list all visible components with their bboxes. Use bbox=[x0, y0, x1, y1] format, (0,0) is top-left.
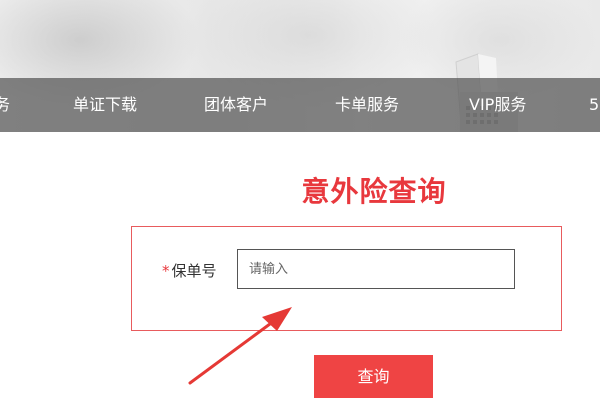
top-navigation: 务 单证下载 团体客户 卡单服务 VIP服务 5 bbox=[0, 78, 600, 132]
policy-number-input[interactable] bbox=[237, 249, 515, 289]
query-form: * 保单号 bbox=[131, 226, 562, 331]
query-button[interactable]: 查询 bbox=[314, 355, 433, 398]
nav-item-document-download[interactable]: 单证下载 bbox=[73, 78, 137, 132]
nav-item-vip-service[interactable]: VIP服务 bbox=[469, 78, 526, 132]
nav-item-group-customers[interactable]: 团体客户 bbox=[204, 78, 268, 132]
nav-item-partial[interactable]: 5 bbox=[589, 78, 599, 132]
page: 务 单证下载 团体客户 卡单服务 VIP服务 5 意外险查询 *保单号 查询 bbox=[0, 0, 600, 401]
page-title: 意外险查询 bbox=[301, 175, 447, 208]
nav-item-service-partial[interactable]: 务 bbox=[0, 78, 10, 132]
required-mark: * bbox=[162, 262, 170, 280]
policy-number-label-text: 保单号 bbox=[171, 262, 217, 280]
nav-item-card-service[interactable]: 卡单服务 bbox=[335, 78, 399, 132]
policy-number-label: * 保单号 bbox=[162, 259, 217, 283]
